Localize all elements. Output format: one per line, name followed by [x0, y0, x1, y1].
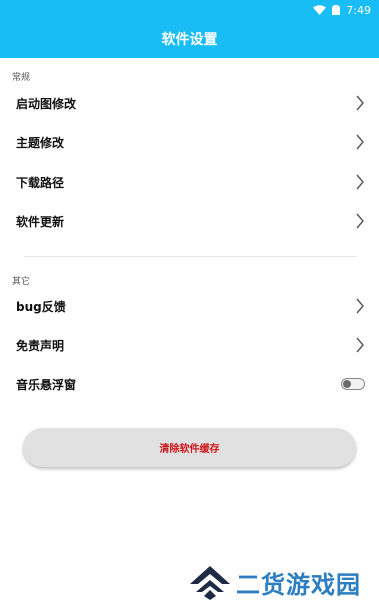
- settings-item-label: 音乐悬浮窗: [16, 377, 77, 392]
- battery-icon: [332, 5, 341, 15]
- chevron-right-icon: [356, 298, 364, 314]
- watermark-logo-icon: [190, 566, 230, 600]
- wifi-icon: [313, 5, 327, 15]
- status-time: 7:49: [346, 3, 371, 17]
- settings-item-update[interactable]: 软件更新: [0, 202, 379, 240]
- section-header-general: 常规: [12, 73, 31, 83]
- settings-item-label: 下载路径: [16, 175, 65, 190]
- watermark-text: 二货游戏园: [236, 570, 361, 599]
- settings-item-disclaimer[interactable]: 免责声明: [0, 326, 379, 364]
- chevron-right-icon: [356, 134, 364, 150]
- settings-screen: 7:49 软件设置 常规 启动图修改 主题修改 下载路径 软件更新 其它 bug…: [0, 0, 379, 607]
- settings-item-label: 启动图修改: [16, 96, 77, 111]
- settings-item-theme[interactable]: 主题修改: [0, 123, 379, 161]
- settings-item-label: 免责声明: [16, 338, 65, 353]
- toggle-knob: [343, 380, 351, 388]
- clear-cache-button[interactable]: 清除软件缓存: [23, 428, 356, 467]
- page-title: 软件设置: [161, 32, 218, 48]
- settings-item-splash[interactable]: 启动图修改: [0, 84, 379, 122]
- watermark: 二货游戏园: [188, 563, 373, 601]
- chevron-right-icon: [356, 95, 364, 111]
- settings-item-download-path[interactable]: 下载路径: [0, 163, 379, 201]
- title-bar: 软件设置: [0, 20, 379, 58]
- settings-item-label: 软件更新: [16, 214, 65, 229]
- chevron-right-icon: [356, 337, 364, 353]
- settings-item-label: 主题修改: [16, 135, 65, 150]
- section-header-other: 其它: [12, 277, 31, 287]
- settings-item-bug-report[interactable]: bug反馈: [0, 287, 379, 325]
- settings-item-label: bug反馈: [16, 299, 66, 314]
- chevron-right-icon: [356, 174, 364, 190]
- chevron-right-icon: [356, 213, 364, 229]
- section-divider: [24, 256, 357, 257]
- status-bar: 7:49: [0, 0, 379, 20]
- floating-music-toggle[interactable]: [341, 378, 365, 390]
- settings-item-floating-music: 音乐悬浮窗: [0, 365, 379, 403]
